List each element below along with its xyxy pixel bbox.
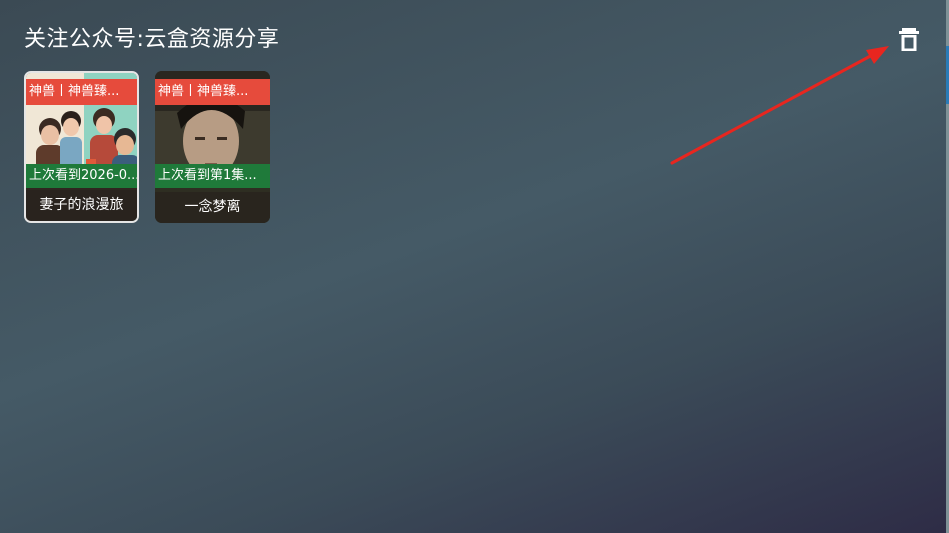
delete-history-button[interactable] [895,26,923,54]
source-tag: 神兽丨神兽臻... [155,79,270,105]
page-title: 关注公众号:云盒资源分享 [24,27,280,52]
source-tag: 神兽丨神兽臻... [26,79,137,105]
history-card-1[interactable]: 神兽丨神兽臻... 上次看到2026-0... 妻子的浪漫旅 [24,71,139,223]
watch-progress: 上次看到第1集... [155,164,270,188]
trash-icon [899,28,919,51]
history-page: 关注公众号:云盒资源分享 神兽丨神兽臻... 上次看到2026-0... 妻子的… [0,0,946,533]
history-card-2[interactable]: 神兽丨神兽臻... 上次看到第1集... 一念梦离 [155,71,270,223]
watch-progress: 上次看到2026-0... [26,164,137,188]
video-title: 一念梦离 [155,192,270,223]
video-title: 妻子的浪漫旅 [26,190,137,221]
